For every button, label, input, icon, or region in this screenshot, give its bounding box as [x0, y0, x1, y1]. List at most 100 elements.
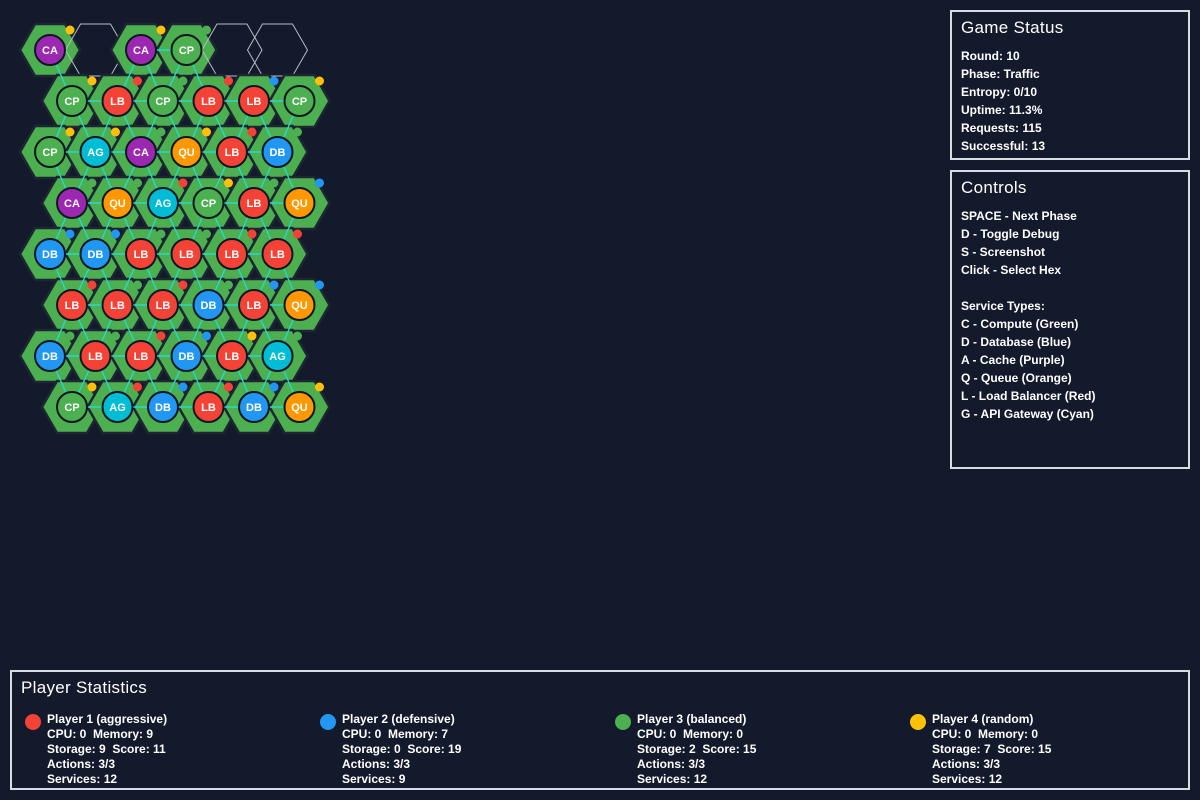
owner-indicator	[247, 127, 257, 137]
player-3-color-dot	[615, 714, 631, 730]
owner-indicator	[111, 229, 120, 239]
player-3-cpu-memory: CPU: 0 Memory: 0	[637, 727, 744, 741]
player-4-services: Services: 12	[932, 772, 1003, 786]
player-4-name: Player 4 (random)	[932, 712, 1034, 726]
service-types-heading: Service Types:	[961, 299, 1045, 313]
owner-indicator	[133, 280, 142, 290]
service-label: CP	[292, 96, 307, 108]
controls-title: Controls	[961, 178, 1027, 197]
service-label: CA	[133, 45, 149, 57]
service-label: DB	[42, 249, 58, 261]
owner-indicator	[247, 229, 257, 239]
owner-indicator	[178, 76, 188, 86]
service-label: QU	[291, 402, 308, 414]
service-label: CA	[133, 147, 149, 159]
control-key-space: SPACE - Next Phase	[961, 209, 1077, 223]
service-label: CP	[64, 96, 79, 108]
hex-board[interactable]: CA CA CP CP LB CP LB LB CP CP AG CA QU LB DB CA QU AG CP LB…	[0, 0, 340, 440]
player-2-cpu-memory: CPU: 0 Memory: 7	[342, 727, 449, 741]
player-3-services: Services: 12	[637, 772, 708, 786]
service-label: CP	[155, 96, 170, 108]
phase-text: Phase: Traffic	[961, 67, 1040, 81]
control-key-d: D - Toggle Debug	[961, 227, 1060, 241]
service-label: DB	[270, 147, 286, 159]
player-statistics-title: Player Statistics	[21, 678, 148, 697]
owner-indicator	[133, 178, 142, 188]
player-4-actions: Actions: 3/3	[932, 757, 1001, 771]
service-type-api-gateway: G - API Gateway (Cyan)	[961, 407, 1094, 421]
owner-indicator	[293, 331, 302, 341]
owner-indicator	[269, 382, 279, 392]
owner-indicator	[156, 331, 166, 341]
player-3-actions: Actions: 3/3	[637, 757, 706, 771]
requests-text: Requests: 115	[961, 121, 1042, 135]
player-2-name: Player 2 (defensive)	[342, 712, 455, 726]
owner-indicator	[65, 127, 75, 137]
owner-indicator	[293, 229, 302, 239]
service-label: DB	[42, 351, 58, 363]
uptime-text: Uptime: 11.3%	[961, 103, 1043, 117]
service-type-cache: A - Cache (Purple)	[961, 353, 1065, 367]
owner-indicator	[269, 178, 279, 188]
player-2-color-dot	[320, 714, 336, 730]
service-label: LB	[201, 402, 216, 414]
owner-indicator	[111, 127, 120, 137]
player-4-storage-score: Storage: 7 Score: 15	[932, 742, 1052, 756]
owner-indicator	[202, 229, 211, 239]
service-label: DB	[88, 249, 104, 261]
player-1-name: Player 1 (aggressive)	[47, 712, 168, 726]
service-label: LB	[225, 351, 240, 363]
player-1-color-dot	[25, 714, 41, 730]
controls-panel: Controls SPACE - Next Phase D - Toggle D…	[950, 170, 1190, 469]
service-label: LB	[156, 300, 171, 312]
owner-indicator	[315, 280, 324, 290]
player-4-color-dot	[910, 714, 926, 730]
service-type-compute: C - Compute (Green)	[961, 317, 1079, 331]
owner-indicator	[156, 229, 166, 239]
owner-indicator	[156, 127, 166, 137]
player-3-name: Player 3 (balanced)	[637, 712, 747, 726]
game-status-panel: Game Status Round: 10 Phase: Traffic Ent…	[950, 10, 1190, 160]
service-label: DB	[201, 300, 217, 312]
owner-indicator	[87, 178, 97, 188]
service-label: LB	[110, 300, 125, 312]
owner-indicator	[269, 280, 279, 290]
service-type-database: D - Database (Blue)	[961, 335, 1072, 349]
service-label: LB	[179, 249, 194, 261]
service-label: DB	[179, 351, 195, 363]
owner-indicator	[202, 331, 211, 341]
service-label: CA	[64, 198, 80, 210]
player-1-cpu-memory: CPU: 0 Memory: 9	[47, 727, 154, 741]
owner-indicator	[111, 331, 120, 341]
service-label: LB	[270, 249, 285, 261]
owner-indicator	[87, 76, 97, 86]
control-key-s: S - Screenshot	[961, 245, 1046, 259]
service-label: DB	[155, 402, 171, 414]
service-label: LB	[134, 249, 149, 261]
player-2-actions: Actions: 3/3	[342, 757, 411, 771]
owner-indicator	[65, 25, 75, 35]
service-label: LB	[201, 96, 216, 108]
owner-indicator	[269, 76, 279, 86]
owner-indicator	[202, 127, 211, 137]
owner-indicator	[178, 382, 188, 392]
service-label: QU	[109, 198, 126, 210]
empty-hex-tile[interactable]	[246, 23, 309, 77]
owner-indicator	[315, 76, 324, 86]
service-label: AG	[155, 198, 172, 210]
service-label: QU	[178, 147, 195, 159]
service-label: LB	[110, 96, 125, 108]
successful-text: Successful: 13	[961, 139, 1046, 153]
player-statistics-panel: Player Statistics Player 1 (aggressive) …	[10, 670, 1190, 790]
owner-indicator	[224, 76, 233, 86]
service-label: CA	[42, 45, 58, 57]
service-label: CP	[64, 402, 79, 414]
player-1-actions: Actions: 3/3	[47, 757, 116, 771]
service-label: CP	[42, 147, 57, 159]
service-type-queue: Q - Queue (Orange)	[961, 371, 1072, 385]
entropy-text: Entropy: 0/10	[961, 85, 1038, 99]
service-label: LB	[225, 147, 240, 159]
service-label: LB	[247, 96, 262, 108]
owner-indicator	[315, 178, 324, 188]
service-label: AG	[109, 402, 126, 414]
